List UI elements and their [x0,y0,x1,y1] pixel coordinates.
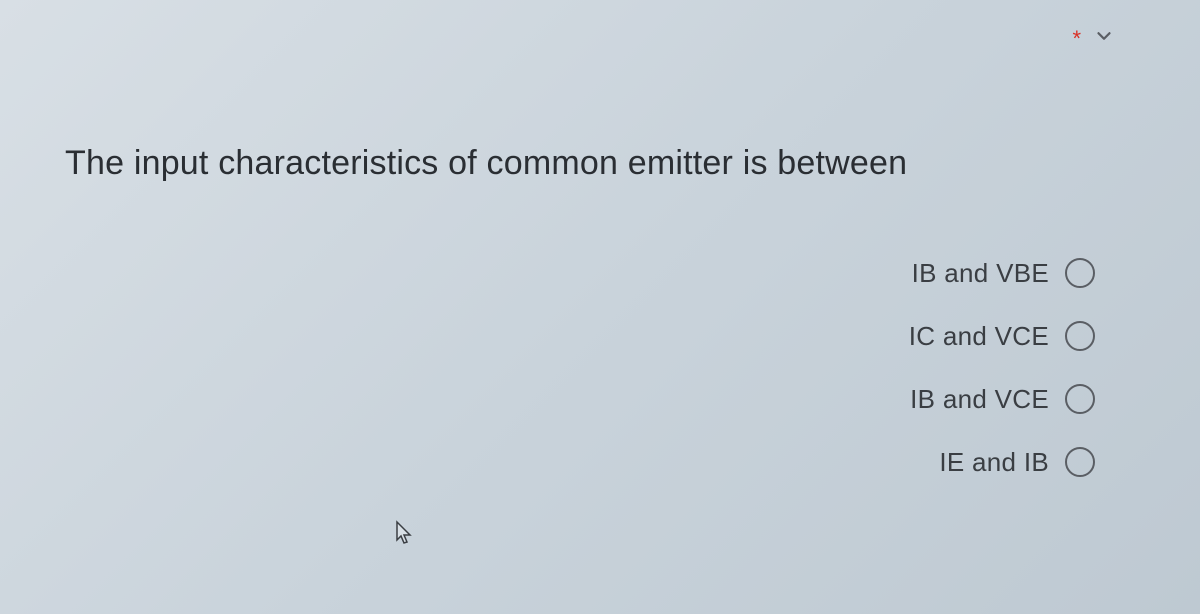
question-container: The input characteristics of common emit… [0,0,1200,188]
option-row[interactable]: IE and IB [939,447,1095,478]
option-row[interactable]: IB and VCE [910,384,1095,415]
question-text: The input characteristics of common emit… [65,140,1135,188]
radio-button[interactable] [1065,258,1095,288]
option-label: IC and VCE [909,321,1049,352]
radio-button[interactable] [1065,321,1095,351]
option-label: IB and VCE [910,384,1049,415]
header-indicators: * [1072,25,1115,52]
radio-button[interactable] [1065,384,1095,414]
required-asterisk: * [1072,26,1081,52]
option-row[interactable]: IC and VCE [909,321,1095,352]
cursor-icon [395,520,415,551]
option-label: IB and VBE [912,258,1049,289]
option-label: IE and IB [939,447,1049,478]
radio-button[interactable] [1065,447,1095,477]
options-list: IB and VBE IC and VCE IB and VCE IE and … [0,258,1200,478]
option-row[interactable]: IB and VBE [912,258,1095,289]
chevron-down-icon[interactable] [1093,25,1115,52]
